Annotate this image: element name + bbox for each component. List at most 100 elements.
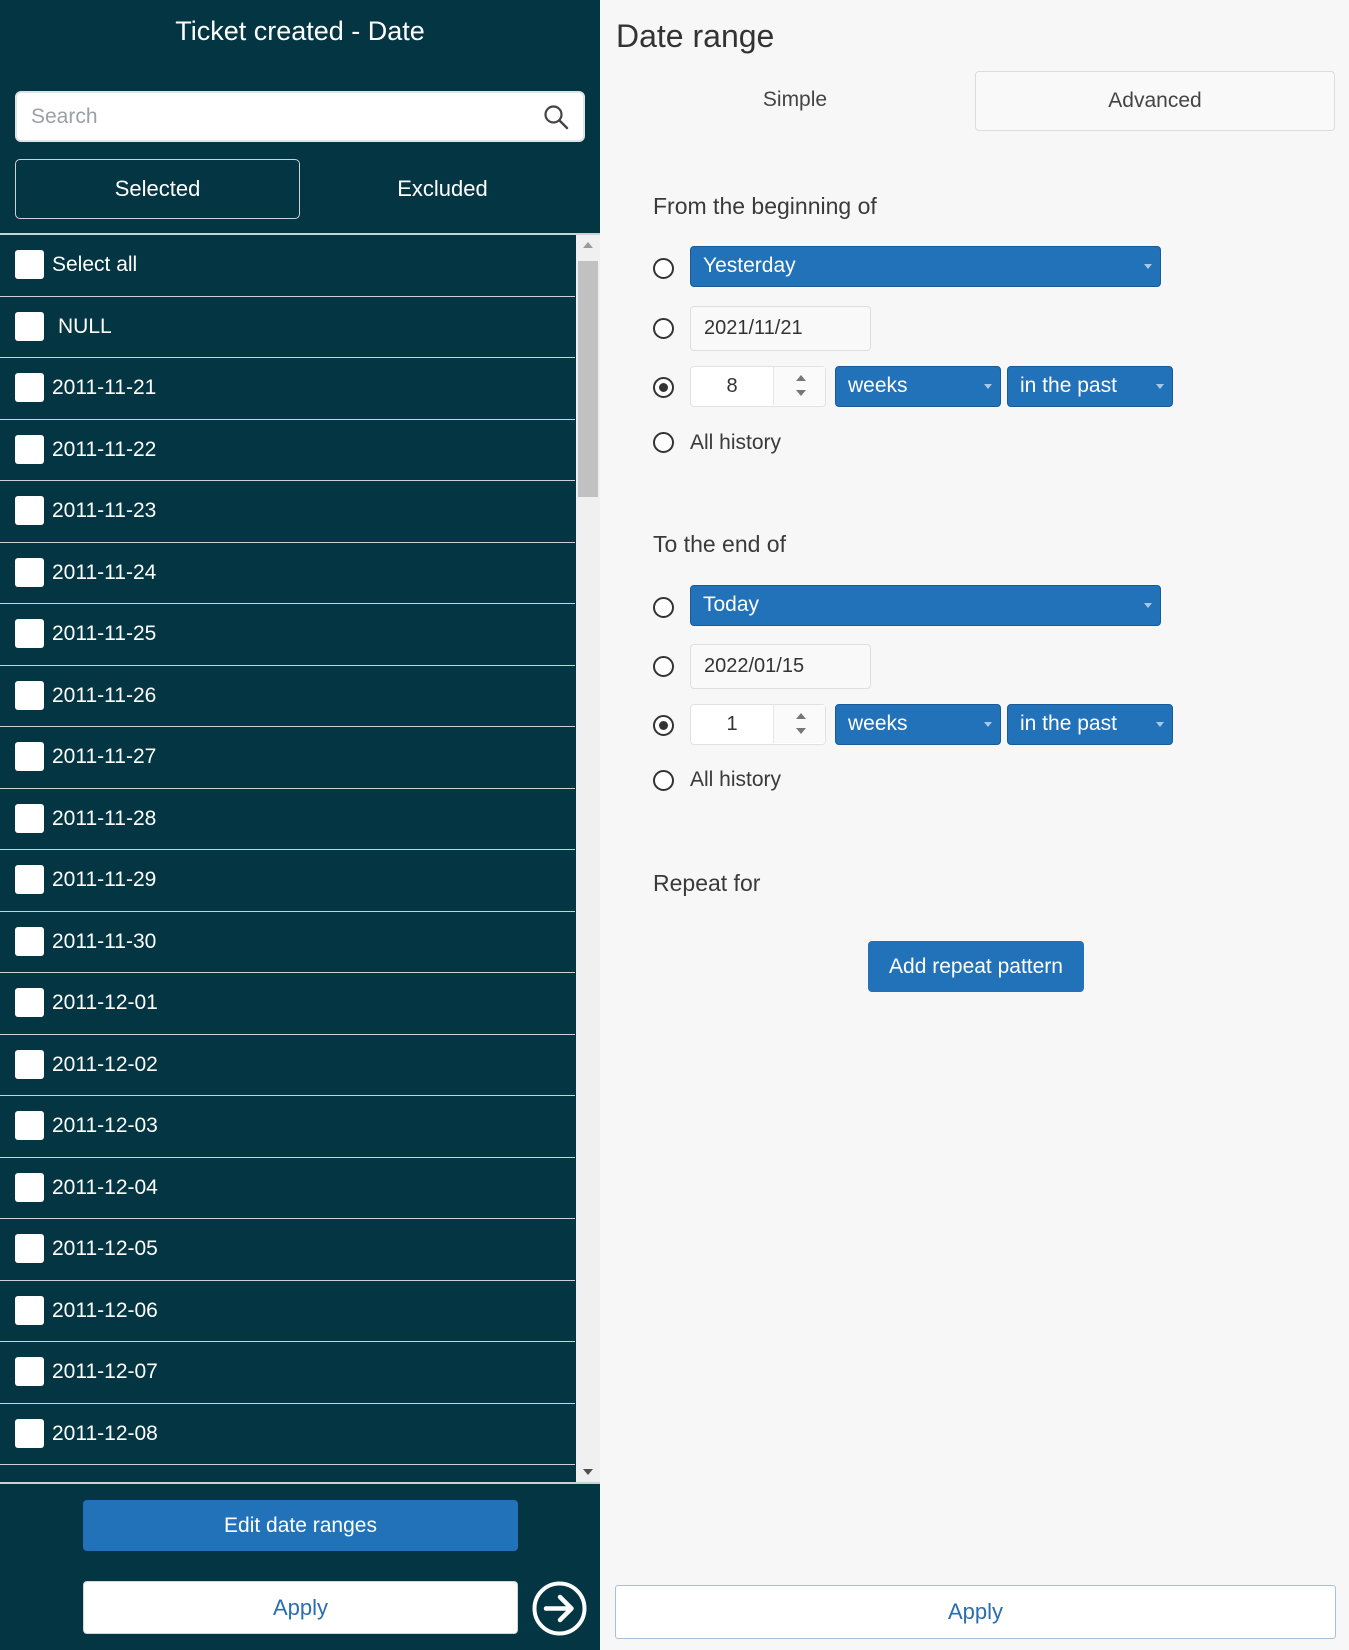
checkbox[interactable]: [15, 1295, 44, 1325]
stepper-buttons[interactable]: [773, 705, 825, 743]
to-count-value[interactable]: 1: [691, 705, 773, 743]
list-item[interactable]: 2011-12-02: [0, 1035, 575, 1096]
to-date-radio[interactable]: [653, 656, 674, 677]
checkbox[interactable]: [15, 434, 44, 464]
from-count-radio[interactable]: [653, 377, 674, 398]
list-item[interactable]: 2011-11-22: [0, 420, 575, 481]
from-relative-select[interactable]: Yesterday: [690, 246, 1161, 287]
list-item[interactable]: 2011-11-25: [0, 604, 575, 666]
from-direction-select[interactable]: in the past: [1007, 366, 1173, 407]
from-section-label: From the beginning of: [653, 193, 877, 219]
to-relative-select[interactable]: Today: [690, 585, 1161, 626]
list-item-label: 2011-11-22: [52, 437, 157, 461]
list-item[interactable]: 2011-11-21: [0, 358, 575, 420]
checkbox[interactable]: [15, 988, 44, 1017]
checkbox[interactable]: [15, 926, 44, 956]
stepper-down-icon[interactable]: [796, 728, 806, 734]
to-all-history-label[interactable]: All history: [690, 768, 781, 792]
checkbox[interactable]: [15, 1357, 44, 1386]
list-item-label: 2011-12-01: [52, 991, 158, 1014]
to-relative-value: Today: [703, 593, 760, 616]
tab-simple[interactable]: Simple: [615, 71, 975, 131]
checkbox[interactable]: [15, 496, 44, 525]
checkbox[interactable]: [15, 557, 44, 587]
list-item[interactable]: 2011-11-23: [0, 481, 575, 543]
chevron-down-icon: [1156, 722, 1164, 727]
to-count-stepper[interactable]: 1: [690, 704, 826, 745]
list-item[interactable]: 2011-12-07: [0, 1342, 575, 1404]
checkbox[interactable]: [15, 1172, 44, 1202]
from-all-history-radio[interactable]: [653, 432, 674, 453]
to-all-history-radio[interactable]: [653, 770, 674, 791]
chevron-down-icon: [1144, 603, 1152, 608]
search-input[interactable]: [31, 101, 531, 133]
list-item[interactable]: 2011-12-04: [0, 1158, 575, 1219]
selected-tab-button[interactable]: Selected: [15, 159, 300, 219]
list-item-label: 2011-12-04: [52, 1175, 158, 1199]
filter-apply-button[interactable]: Apply: [83, 1581, 518, 1634]
list-item[interactable]: 2011-11-24: [0, 543, 575, 604]
list-item[interactable]: 2011-11-26: [0, 666, 575, 727]
list-item-label: 2011-12-02: [52, 1052, 158, 1076]
stepper-up-icon[interactable]: [796, 375, 806, 381]
to-unit-select[interactable]: weeks: [835, 704, 1001, 745]
scrollbar-thumb[interactable]: [578, 261, 598, 497]
to-direction-select[interactable]: in the past: [1007, 704, 1173, 745]
list-item[interactable]: 2011-12-05: [0, 1219, 575, 1281]
excluded-tab-button[interactable]: Excluded: [300, 159, 585, 219]
to-relative-radio[interactable]: [653, 597, 674, 618]
filter-panel: Ticket created - Date Selected Excluded …: [0, 0, 600, 1650]
list-item[interactable]: 2011-11-29: [0, 850, 575, 912]
checkbox[interactable]: [15, 1111, 44, 1140]
list-item[interactable]: 2011-12-01: [0, 973, 575, 1035]
chevron-down-icon: [984, 722, 992, 727]
from-date-radio[interactable]: [653, 318, 674, 339]
list-item-label: 2011-11-26: [52, 683, 157, 707]
date-range-apply-button[interactable]: Apply: [615, 1585, 1336, 1639]
checkbox[interactable]: [15, 742, 44, 771]
from-count-value[interactable]: 8: [691, 367, 773, 405]
from-relative-radio[interactable]: [653, 258, 674, 279]
to-count-radio[interactable]: [653, 715, 674, 736]
edit-date-ranges-button[interactable]: Edit date ranges: [83, 1500, 518, 1551]
stepper-down-icon[interactable]: [796, 390, 806, 396]
from-date-field[interactable]: 2021/11/21: [690, 306, 871, 351]
list-item[interactable]: NULL: [0, 297, 575, 358]
from-all-history-label[interactable]: All history: [690, 431, 781, 455]
list-item[interactable]: 2011-11-27: [0, 727, 575, 789]
list-scrollbar[interactable]: [576, 235, 600, 1482]
list-item[interactable]: 2011-12-06: [0, 1281, 575, 1342]
stepper-buttons[interactable]: [773, 367, 825, 405]
stepper-up-icon[interactable]: [796, 713, 806, 719]
list-item[interactable]: 2011-11-30: [0, 912, 575, 973]
list-item[interactable]: 2011-11-28: [0, 789, 575, 850]
list-item-label: 2011-11-29: [52, 868, 157, 891]
checkbox[interactable]: [15, 803, 44, 833]
from-unit-select[interactable]: weeks: [835, 366, 1001, 407]
scroll-up-arrow-icon[interactable]: [583, 242, 593, 248]
from-direction-value: in the past: [1020, 374, 1117, 397]
list-item[interactable]: 2011-12-03: [0, 1096, 575, 1158]
add-repeat-pattern-button[interactable]: Add repeat pattern: [868, 941, 1084, 992]
from-count-stepper[interactable]: 8: [690, 366, 826, 407]
list-item[interactable]: 2011-12-08: [0, 1404, 575, 1465]
to-date-field[interactable]: 2022/01/15: [690, 644, 871, 689]
filter-title: Ticket created - Date: [175, 16, 425, 46]
scroll-down-arrow-icon[interactable]: [583, 1469, 593, 1475]
arrow-right-circle-icon[interactable]: [531, 1580, 588, 1637]
checkbox[interactable]: [15, 619, 44, 648]
date-value-list: Select all NULL 2011-11-21 2011-11-22 20…: [0, 235, 575, 1482]
search-box[interactable]: [15, 91, 585, 142]
list-item-label: 2011-12-03: [52, 1114, 158, 1137]
checkbox[interactable]: [15, 373, 44, 402]
list-item-select-all[interactable]: Select all: [0, 235, 575, 297]
tab-advanced[interactable]: Advanced: [975, 71, 1335, 131]
checkbox[interactable]: [15, 865, 44, 894]
checkbox[interactable]: [15, 250, 44, 279]
checkbox[interactable]: [15, 1234, 44, 1263]
checkbox[interactable]: [15, 311, 44, 341]
checkbox[interactable]: [15, 1418, 44, 1448]
search-icon[interactable]: [543, 104, 569, 130]
checkbox[interactable]: [15, 1049, 44, 1079]
checkbox[interactable]: [15, 680, 44, 710]
